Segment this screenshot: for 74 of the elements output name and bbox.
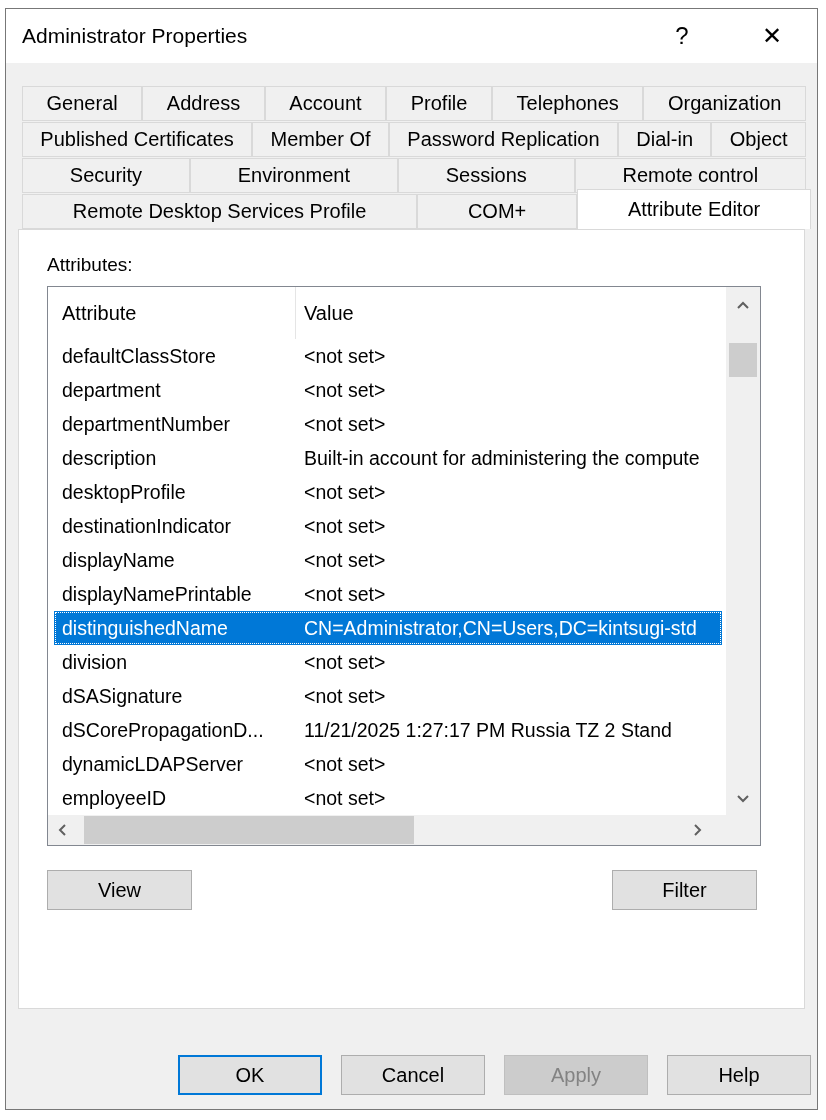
tab[interactable]: Account — [264, 86, 387, 121]
tab[interactable]: Profile — [386, 86, 492, 121]
attribute-name: division — [61, 650, 129, 674]
attribute-name: dSASignature — [61, 684, 184, 708]
attribute-row[interactable]: dSCorePropagationD... 11/21/2025 1:27:17 PM Russia TZ 2 Stand — [54, 713, 722, 747]
attribute-name: destinationIndicator — [61, 514, 233, 538]
panel-button[interactable]: Filter — [612, 870, 757, 910]
attribute-name: dynamicLDAPServer — [61, 752, 244, 776]
attribute-name: defaultClassStore — [61, 344, 217, 368]
attribute-row[interactable]: division <not set> — [54, 645, 722, 679]
attribute-value: <not set> — [303, 480, 387, 504]
tab[interactable]: Telephones — [492, 86, 644, 121]
attribute-name: description — [61, 446, 158, 470]
tab[interactable]: Sessions — [397, 158, 575, 193]
attribute-name: displayName — [61, 548, 176, 572]
attribute-row[interactable]: department <not set> — [54, 373, 722, 407]
attribute-value: <not set> — [303, 344, 387, 368]
dialog-button[interactable]: Help — [667, 1055, 811, 1095]
attribute-row[interactable]: destinationIndicator <not set> — [54, 509, 722, 543]
attribute-value: <not set> — [303, 786, 387, 810]
attribute-name: displayNamePrintable — [61, 582, 253, 606]
tab[interactable]: General — [22, 86, 143, 121]
attribute-row[interactable]: displayNamePrintable <not set> — [54, 577, 722, 611]
attribute-value: <not set> — [303, 582, 387, 606]
attribute-value: <not set> — [303, 548, 387, 572]
attribute-name: dSCorePropagationD... — [61, 718, 265, 742]
tab[interactable]: Password Replication — [388, 122, 618, 157]
attribute-value: CN=Administrator,CN=Users,DC=kintsugi-std — [303, 616, 698, 640]
attribute-row[interactable]: defaultClassStore <not set> — [54, 339, 722, 373]
scrollbar-thumb[interactable] — [84, 816, 414, 844]
dialog-button[interactable]: OK — [178, 1055, 322, 1095]
attribute-row[interactable]: distinguishedName CN=Administrator,CN=Users,DC=kintsugi-std — [54, 611, 722, 645]
attribute-name: distinguishedName — [61, 616, 229, 640]
close-button[interactable]: ✕ — [727, 9, 817, 63]
vertical-scrollbar[interactable] — [726, 287, 760, 815]
attribute-name: desktopProfile — [61, 480, 187, 504]
attribute-value: Built-in account for administering the compute — [303, 446, 701, 470]
tab[interactable]: Security — [22, 158, 190, 193]
tab[interactable]: Published Certificates — [22, 122, 253, 157]
attribute-name: department — [61, 378, 162, 402]
tab[interactable]: Environment — [189, 158, 398, 193]
tab[interactable]: Organization — [643, 86, 806, 121]
attributes-label: Attributes: — [47, 254, 134, 276]
horizontal-scrollbar[interactable] — [48, 815, 726, 845]
attribute-value: <not set> — [303, 514, 387, 538]
attribute-value: <not set> — [303, 650, 387, 674]
attribute-value: <not set> — [303, 378, 387, 402]
attribute-value: <not set> — [303, 752, 387, 776]
attribute-name: employeeID — [61, 786, 168, 810]
attribute-row[interactable]: dynamicLDAPServer <not set> — [54, 747, 722, 781]
attribute-row[interactable]: dSASignature <not set> — [54, 679, 722, 713]
tab[interactable]: COM+ — [417, 194, 578, 229]
attribute-row[interactable]: description Built-in account for administering the compute — [54, 441, 722, 475]
window-title: Administrator Properties — [22, 24, 249, 48]
panel-button[interactable]: View — [47, 870, 192, 910]
attribute-row[interactable]: displayName <not set> — [54, 543, 722, 577]
column-header[interactable]: Value — [296, 287, 716, 339]
column-header[interactable]: Attribute — [54, 287, 296, 339]
tab[interactable]: Member Of — [252, 122, 389, 157]
tab[interactable]: Address — [142, 86, 265, 121]
tab[interactable]: Object — [711, 122, 806, 157]
tab[interactable]: Attribute Editor — [577, 189, 811, 229]
attribute-value: <not set> — [303, 412, 387, 436]
dialog-button[interactable]: Cancel — [341, 1055, 485, 1095]
tab[interactable]: Dial-in — [618, 122, 712, 157]
help-button[interactable]: ? — [637, 9, 727, 63]
scrollbar-thumb[interactable] — [729, 343, 757, 377]
attribute-row[interactable]: employeeID <not set> — [54, 781, 722, 815]
attribute-value: <not set> — [303, 684, 387, 708]
attribute-row[interactable]: desktopProfile <not set> — [54, 475, 722, 509]
attribute-name: departmentNumber — [61, 412, 231, 436]
attribute-value: 11/21/2025 1:27:17 PM Russia TZ 2 Stand — [303, 718, 673, 742]
tab[interactable]: Remote Desktop Services Profile — [22, 194, 418, 229]
attribute-row[interactable]: departmentNumber <not set> — [54, 407, 722, 441]
